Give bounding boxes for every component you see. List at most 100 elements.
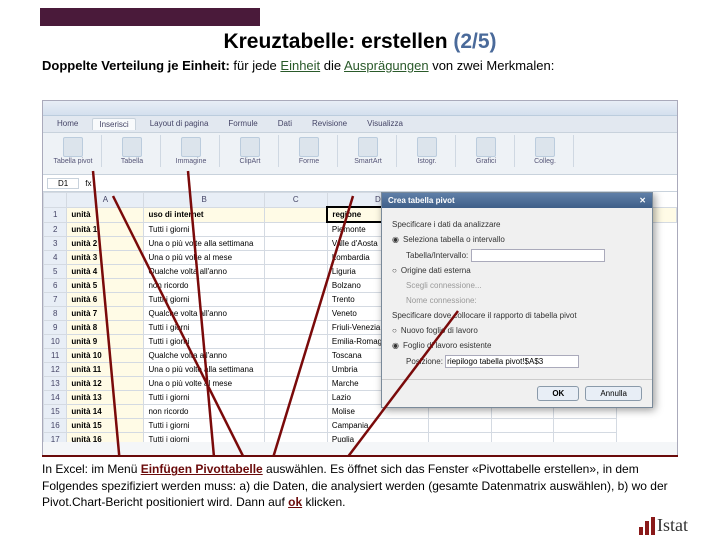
row-header[interactable]: 9 <box>44 321 67 335</box>
cell[interactable]: unità 6 <box>67 293 144 307</box>
cell[interactable]: Tutti i giorni <box>144 335 264 349</box>
row-header[interactable]: 15 <box>44 405 67 419</box>
cell[interactable]: unità 9 <box>67 335 144 349</box>
header-cell[interactable]: uso di internet <box>144 207 264 222</box>
cell[interactable] <box>264 321 327 335</box>
ribbon-tab[interactable]: Dati <box>272 118 298 130</box>
cell[interactable] <box>429 433 492 443</box>
row-header[interactable]: 11 <box>44 349 67 363</box>
ribbon-group[interactable]: Immagine <box>163 135 220 167</box>
cell[interactable] <box>264 433 327 443</box>
cell[interactable]: Campania <box>327 419 428 433</box>
cancel-button[interactable]: Annulla <box>585 386 642 401</box>
row-header[interactable]: 14 <box>44 391 67 405</box>
cell[interactable]: unità 7 <box>67 307 144 321</box>
radio-icon[interactable]: ○ <box>392 265 397 277</box>
cell[interactable]: Qualche volta all'anno <box>144 265 264 279</box>
row-header[interactable]: 8 <box>44 307 67 321</box>
cell[interactable]: non ricordo <box>144 279 264 293</box>
row-header[interactable]: 17 <box>44 433 67 443</box>
ribbon-tab[interactable]: Inserisci <box>92 118 135 130</box>
radio-select-range[interactable]: Seleziona tabella o intervallo <box>403 234 505 246</box>
ribbon-tab[interactable]: Visualizza <box>361 118 409 130</box>
ribbon-tab[interactable]: Formule <box>222 118 263 130</box>
ok-button[interactable]: OK <box>537 386 579 401</box>
cell[interactable] <box>264 349 327 363</box>
cell[interactable]: Tutti i giorni <box>144 222 264 237</box>
cell[interactable] <box>264 237 327 251</box>
row-header[interactable]: 16 <box>44 419 67 433</box>
cell[interactable] <box>491 419 553 433</box>
cell[interactable]: unità 1 <box>67 222 144 237</box>
radio-icon[interactable]: ◉ <box>392 234 399 246</box>
cell[interactable]: Qualche volta all'anno <box>144 349 264 363</box>
cell[interactable]: unità 8 <box>67 321 144 335</box>
cell[interactable] <box>264 363 327 377</box>
radio-external[interactable]: Origine dati esterna <box>401 265 471 277</box>
cell[interactable]: Una o più volte alla settimana <box>144 237 264 251</box>
row-header[interactable]: 3 <box>44 237 67 251</box>
cell[interactable]: unità 2 <box>67 237 144 251</box>
cell[interactable] <box>264 265 327 279</box>
close-icon[interactable]: ✕ <box>639 196 646 205</box>
ribbon-group[interactable]: Colleg. <box>517 135 574 167</box>
ribbon-group[interactable]: Tabella <box>104 135 161 167</box>
cell[interactable] <box>491 433 553 443</box>
cell[interactable] <box>264 405 327 419</box>
row-header[interactable]: 5 <box>44 265 67 279</box>
ribbon-tab[interactable]: Revisione <box>306 118 353 130</box>
radio-icon[interactable]: ○ <box>392 325 397 337</box>
ribbon-group[interactable]: ClipArt <box>222 135 279 167</box>
radio-existing-sheet[interactable]: Foglio di lavoro esistente <box>403 340 492 352</box>
col-header[interactable]: C <box>264 193 327 208</box>
cell[interactable] <box>264 419 327 433</box>
cell[interactable]: Una o più volte al mese <box>144 251 264 265</box>
cell[interactable]: Puglia <box>327 433 428 443</box>
cell[interactable]: unità 13 <box>67 391 144 405</box>
cell[interactable] <box>264 391 327 405</box>
range-input[interactable] <box>471 249 605 262</box>
cell[interactable]: Tutti i giorni <box>144 293 264 307</box>
cell[interactable]: Tutti i giorni <box>144 419 264 433</box>
cell[interactable]: Tutti i giorni <box>144 433 264 443</box>
row-header[interactable]: 4 <box>44 251 67 265</box>
cell[interactable] <box>264 279 327 293</box>
ribbon-group[interactable]: Tabella pivot <box>45 135 102 167</box>
cell[interactable]: Qualche volta all'anno <box>144 307 264 321</box>
location-input[interactable] <box>445 355 579 368</box>
ribbon-group[interactable]: Grafici <box>458 135 515 167</box>
col-header[interactable]: B <box>144 193 264 208</box>
cell[interactable]: Una o più volte al mese <box>144 377 264 391</box>
radio-new-sheet[interactable]: Nuovo foglio di lavoro <box>401 325 478 337</box>
row-header[interactable]: 1 <box>44 207 67 222</box>
row-header[interactable]: 2 <box>44 222 67 237</box>
cell[interactable]: unità 4 <box>67 265 144 279</box>
cell[interactable]: unità 15 <box>67 419 144 433</box>
cell[interactable]: unità 14 <box>67 405 144 419</box>
cell[interactable]: unità 12 <box>67 377 144 391</box>
row-header[interactable]: 7 <box>44 293 67 307</box>
row-header[interactable]: 6 <box>44 279 67 293</box>
row-header[interactable]: 13 <box>44 377 67 391</box>
ribbon-group[interactable]: SmartArt <box>340 135 397 167</box>
cell[interactable] <box>264 293 327 307</box>
ribbon-group[interactable]: Istogr. <box>399 135 456 167</box>
row-header[interactable]: 10 <box>44 335 67 349</box>
cell[interactable] <box>264 377 327 391</box>
ribbon-group[interactable]: Forme <box>281 135 338 167</box>
row-header[interactable]: 12 <box>44 363 67 377</box>
cell[interactable] <box>554 419 617 433</box>
radio-icon[interactable]: ◉ <box>392 340 399 352</box>
cell[interactable] <box>264 251 327 265</box>
cell[interactable]: unità 11 <box>67 363 144 377</box>
cell[interactable]: unità 10 <box>67 349 144 363</box>
cell[interactable]: unità 16 <box>67 433 144 443</box>
cell[interactable] <box>264 222 327 237</box>
cell[interactable]: Tutti i giorni <box>144 321 264 335</box>
cell[interactable]: Tutti i giorni <box>144 391 264 405</box>
cell[interactable] <box>264 335 327 349</box>
cell[interactable]: unità 5 <box>67 279 144 293</box>
cell[interactable] <box>429 419 492 433</box>
header-cell[interactable] <box>264 207 327 222</box>
cell[interactable] <box>554 433 617 443</box>
